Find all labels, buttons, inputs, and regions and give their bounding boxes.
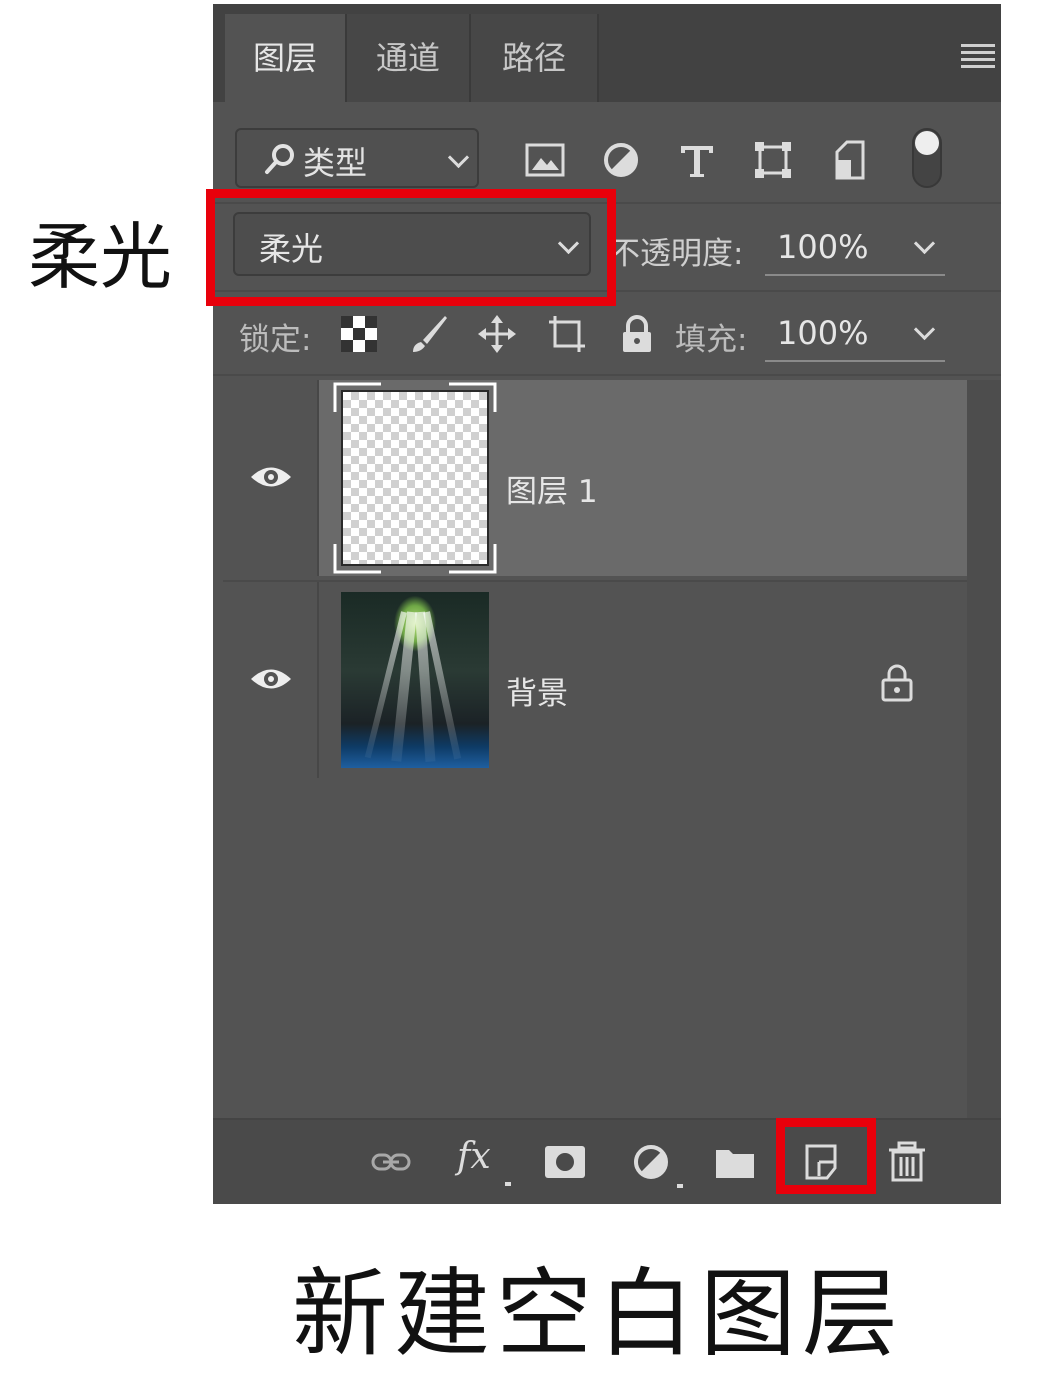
shape-layer-filter-icon[interactable]: [751, 138, 795, 182]
layer-lock-icon: [881, 664, 913, 702]
panel-tab-bar: 图层 通道 路径: [213, 4, 1001, 102]
adjustment-layer-filter-icon[interactable]: [599, 138, 643, 182]
delete-layer-trash-icon[interactable]: [885, 1140, 929, 1184]
layers-bottom-toolbar: fx: [213, 1118, 1001, 1204]
tab-layers[interactable]: 图层: [225, 14, 345, 102]
chevron-down-icon: [447, 146, 470, 169]
smart-object-filter-icon[interactable]: [829, 138, 873, 182]
filter-type-label: 类型: [303, 144, 368, 182]
lock-transparent-pixels-icon[interactable]: [339, 314, 379, 354]
lock-image-pixels-brush-icon[interactable]: [409, 314, 449, 354]
type-layer-filter-icon[interactable]: [675, 138, 719, 182]
lock-position-move-icon[interactable]: [477, 314, 517, 354]
lock-all-icon[interactable]: [617, 314, 657, 354]
layers-scrollbar[interactable]: [967, 380, 1001, 1118]
new-layer-highlight-box: [776, 1118, 876, 1194]
layer-style-fx-icon[interactable]: fx: [457, 1136, 511, 1186]
pixel-layer-filter-icon[interactable]: [523, 138, 567, 182]
annotation-soft-light: 柔光: [28, 215, 173, 299]
fill-label: 填充:: [675, 322, 748, 358]
lock-label: 锁定:: [239, 322, 312, 358]
fill-value[interactable]: 100%: [777, 314, 868, 352]
fill-chevron-icon[interactable]: [913, 318, 936, 341]
layer-filter-dropdown[interactable]: 类型: [235, 128, 479, 188]
layer-row-layer-1[interactable]: 图层 1: [223, 380, 967, 576]
visibility-eye-icon[interactable]: [247, 662, 295, 696]
layer-thumbnail-photo: [341, 592, 489, 768]
annotation-new-blank-layer: 新建空白图层: [292, 1258, 904, 1370]
tab-channels[interactable]: 通道: [347, 14, 469, 102]
tab-paths[interactable]: 路径: [471, 14, 597, 102]
visibility-eye-icon[interactable]: [247, 460, 295, 494]
opacity-value[interactable]: 100%: [777, 228, 868, 266]
new-group-folder-icon[interactable]: [713, 1140, 757, 1184]
filter-toggle-switch[interactable]: [912, 128, 942, 188]
layers-panel: 图层 通道 路径 类型 柔光 不透明度: 100% 锁定: 填充: 100% 图…: [213, 4, 1001, 1204]
layer-name: 图层 1: [506, 474, 598, 510]
opacity-label: 不透明度:: [609, 236, 744, 272]
panel-menu-icon[interactable]: [961, 44, 995, 68]
add-mask-icon[interactable]: [543, 1140, 587, 1184]
selected-thumbnail-corners: [333, 382, 497, 574]
search-icon: [265, 144, 294, 174]
opacity-chevron-icon[interactable]: [913, 232, 936, 255]
link-layers-icon[interactable]: [369, 1140, 413, 1184]
lock-artboard-icon[interactable]: [547, 314, 587, 354]
new-adjustment-layer-icon[interactable]: [629, 1140, 673, 1184]
blend-mode-highlight-box: [206, 189, 616, 306]
layer-name: 背景: [506, 676, 568, 712]
layer-row-background[interactable]: 背景: [223, 580, 967, 778]
